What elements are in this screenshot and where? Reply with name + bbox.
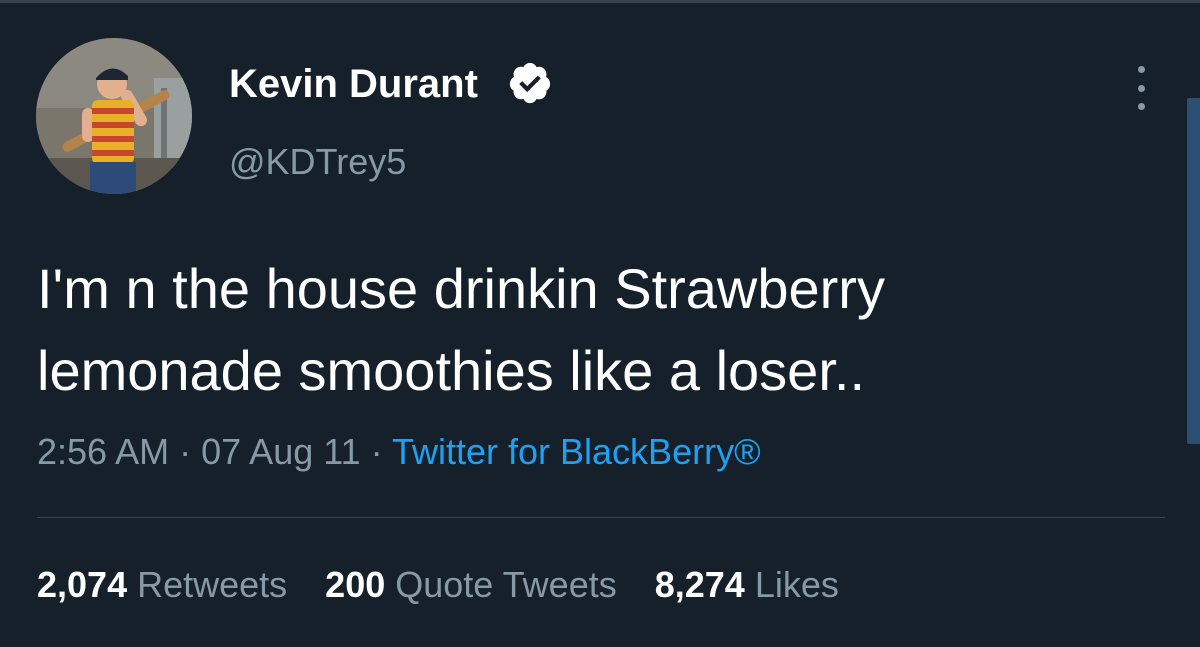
retweets-count: 2,074 bbox=[37, 564, 128, 605]
meta-separator: · bbox=[179, 431, 192, 472]
quote-tweets-label: Quote Tweets bbox=[395, 564, 617, 605]
retweets-label: Retweets bbox=[137, 564, 288, 605]
tweet-card: Kevin Durant @KDTrey5 I'm n the house dr… bbox=[0, 0, 1200, 647]
likes-label: Likes bbox=[754, 564, 839, 605]
more-dot bbox=[1137, 103, 1145, 110]
scrollbar[interactable] bbox=[1187, 98, 1200, 444]
quote-tweets-stat[interactable]: 200 Quote Tweets bbox=[325, 561, 617, 609]
likes-stat[interactable]: 8,274 Likes bbox=[655, 561, 839, 609]
tweet-date[interactable]: 07 Aug 11 bbox=[201, 431, 361, 472]
more-dot bbox=[1137, 66, 1145, 73]
tweet-metadata: 2:56 AM · 07 Aug 11 · Twitter for BlackB… bbox=[37, 428, 761, 476]
stats-divider bbox=[37, 517, 1165, 518]
more-vertical-icon[interactable] bbox=[1126, 66, 1156, 110]
tweet-source-link[interactable]: Twitter for BlackBerry® bbox=[392, 431, 761, 472]
retweets-stat[interactable]: 2,074 Retweets bbox=[37, 561, 287, 609]
engagement-stats: 2,074 Retweets 200 Quote Tweets 8,274 Li… bbox=[37, 561, 877, 609]
verified-badge-icon bbox=[509, 62, 551, 104]
tweet-time[interactable]: 2:56 AM bbox=[37, 431, 169, 472]
display-name[interactable]: Kevin Durant bbox=[229, 60, 478, 108]
more-dot bbox=[1137, 84, 1145, 92]
user-handle[interactable]: @KDTrey5 bbox=[229, 140, 406, 184]
likes-count: 8,274 bbox=[654, 564, 745, 605]
avatar-image bbox=[36, 38, 192, 194]
avatar[interactable] bbox=[36, 38, 192, 194]
tweet-text: I'm n the house drinkin Strawberry lemon… bbox=[37, 257, 885, 402]
meta-separator: · bbox=[370, 431, 383, 472]
quote-tweets-count: 200 bbox=[325, 564, 386, 605]
top-divider bbox=[0, 0, 1200, 3]
